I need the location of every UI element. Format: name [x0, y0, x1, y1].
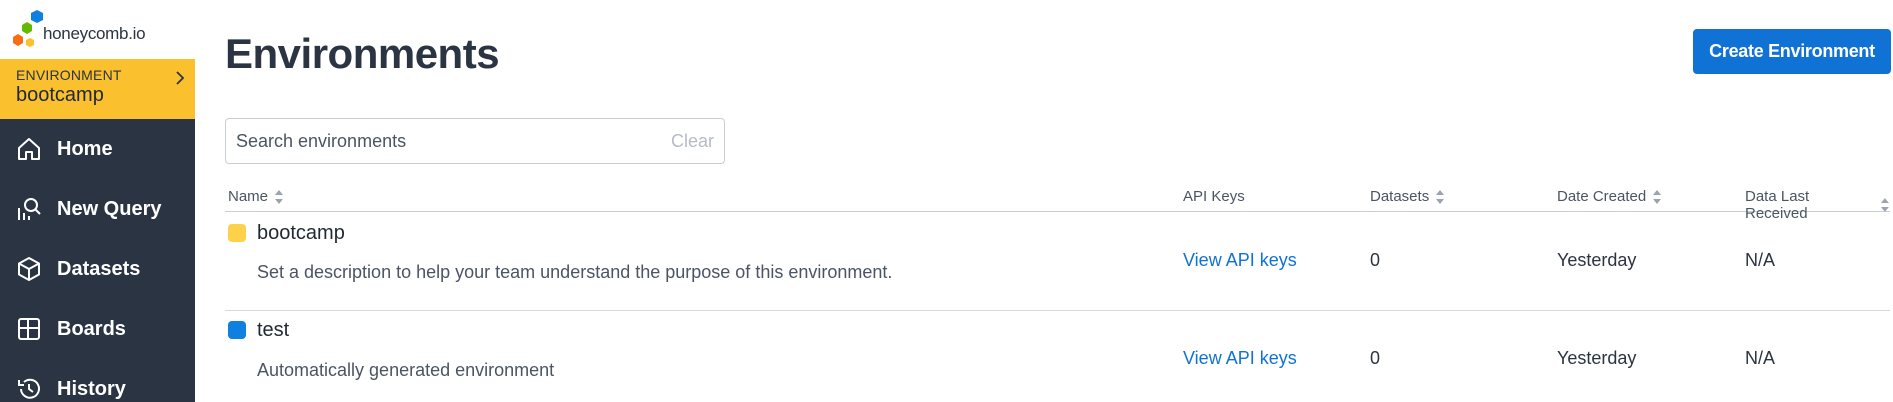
page-title: Environments	[225, 30, 500, 77]
environment-description[interactable]: Set a description to help your team unde…	[257, 262, 892, 283]
sidebar-item-home[interactable]: Home	[0, 119, 195, 179]
sidebar-item-boards[interactable]: Boards	[0, 299, 195, 359]
cube-icon	[18, 257, 40, 281]
sort-icon	[1881, 198, 1890, 212]
environment-name: bootcamp	[16, 84, 104, 106]
environment-description: Automatically generated environment	[257, 360, 555, 380]
sidebar-item-label: History	[57, 377, 126, 400]
sidebar-item-new-query[interactable]: New Query	[0, 179, 195, 239]
sort-icon	[275, 189, 284, 204]
logo[interactable]: honeycomb.io	[0, 0, 195, 59]
search-box: Clear	[225, 118, 725, 164]
date-created: Yesterday	[1557, 348, 1637, 368]
datasets-count: 0	[1370, 348, 1381, 368]
environment-color-swatch	[228, 321, 246, 339]
sidebar-item-label: Home	[57, 137, 113, 160]
table-header: Name API Keys Datasets Date Created Data…	[225, 184, 1890, 222]
sidebar-item-datasets[interactable]: Datasets	[0, 239, 195, 299]
column-header-label: Date Created	[1557, 188, 1647, 205]
column-header-label: API Keys	[1183, 188, 1245, 205]
create-environment-button[interactable]: Create Environment	[1693, 29, 1891, 74]
view-api-keys-link[interactable]: View API keys	[1183, 348, 1297, 369]
sidebar-item-label: New Query	[57, 197, 162, 220]
environment-name-link[interactable]: test	[257, 319, 289, 342]
chevron-right-icon	[176, 71, 185, 85]
environment-color-swatch	[228, 224, 246, 242]
date-created: Yesterday	[1557, 250, 1637, 270]
table-row: bootcamp Set a description to help your …	[225, 212, 1890, 311]
sidebar-item-label: Datasets	[57, 257, 141, 280]
datasets-count: 0	[1370, 250, 1381, 270]
column-header-label: Name	[228, 188, 269, 205]
sidebar-item-label: Boards	[57, 317, 126, 340]
column-header-label: Datasets	[1370, 188, 1430, 205]
environment-name-link[interactable]: bootcamp	[257, 222, 345, 245]
view-api-keys-link[interactable]: View API keys	[1183, 250, 1297, 271]
search-input[interactable]	[236, 129, 636, 153]
clear-search-button[interactable]: Clear	[671, 131, 714, 152]
history-icon	[18, 378, 40, 399]
environment-switcher[interactable]: ENVIRONMENT bootcamp	[0, 59, 195, 119]
home-icon	[18, 138, 40, 160]
column-header-datasets[interactable]: Datasets	[1370, 188, 1445, 205]
sidebar-item-history[interactable]: History	[0, 359, 195, 402]
brand-name: honeycomb.io	[43, 24, 146, 43]
data-last-received: N/A	[1745, 348, 1776, 368]
main-content: Environments Create Environment Clear Na…	[195, 0, 1893, 402]
data-last-received: N/A	[1745, 250, 1776, 270]
table-row: test Automatically generated environment…	[225, 311, 1890, 402]
column-header-name[interactable]: Name	[228, 188, 284, 205]
sidebar: honeycomb.io ENVIRONMENT bootcamp Home N…	[0, 0, 195, 402]
sort-icon	[1653, 189, 1662, 204]
boards-icon	[18, 318, 40, 340]
column-header-date-created[interactable]: Date Created	[1557, 188, 1662, 205]
column-header-api-keys: API Keys	[1183, 188, 1245, 205]
environment-label: ENVIRONMENT	[16, 67, 122, 83]
query-icon	[18, 198, 41, 220]
sort-icon	[1436, 189, 1445, 204]
